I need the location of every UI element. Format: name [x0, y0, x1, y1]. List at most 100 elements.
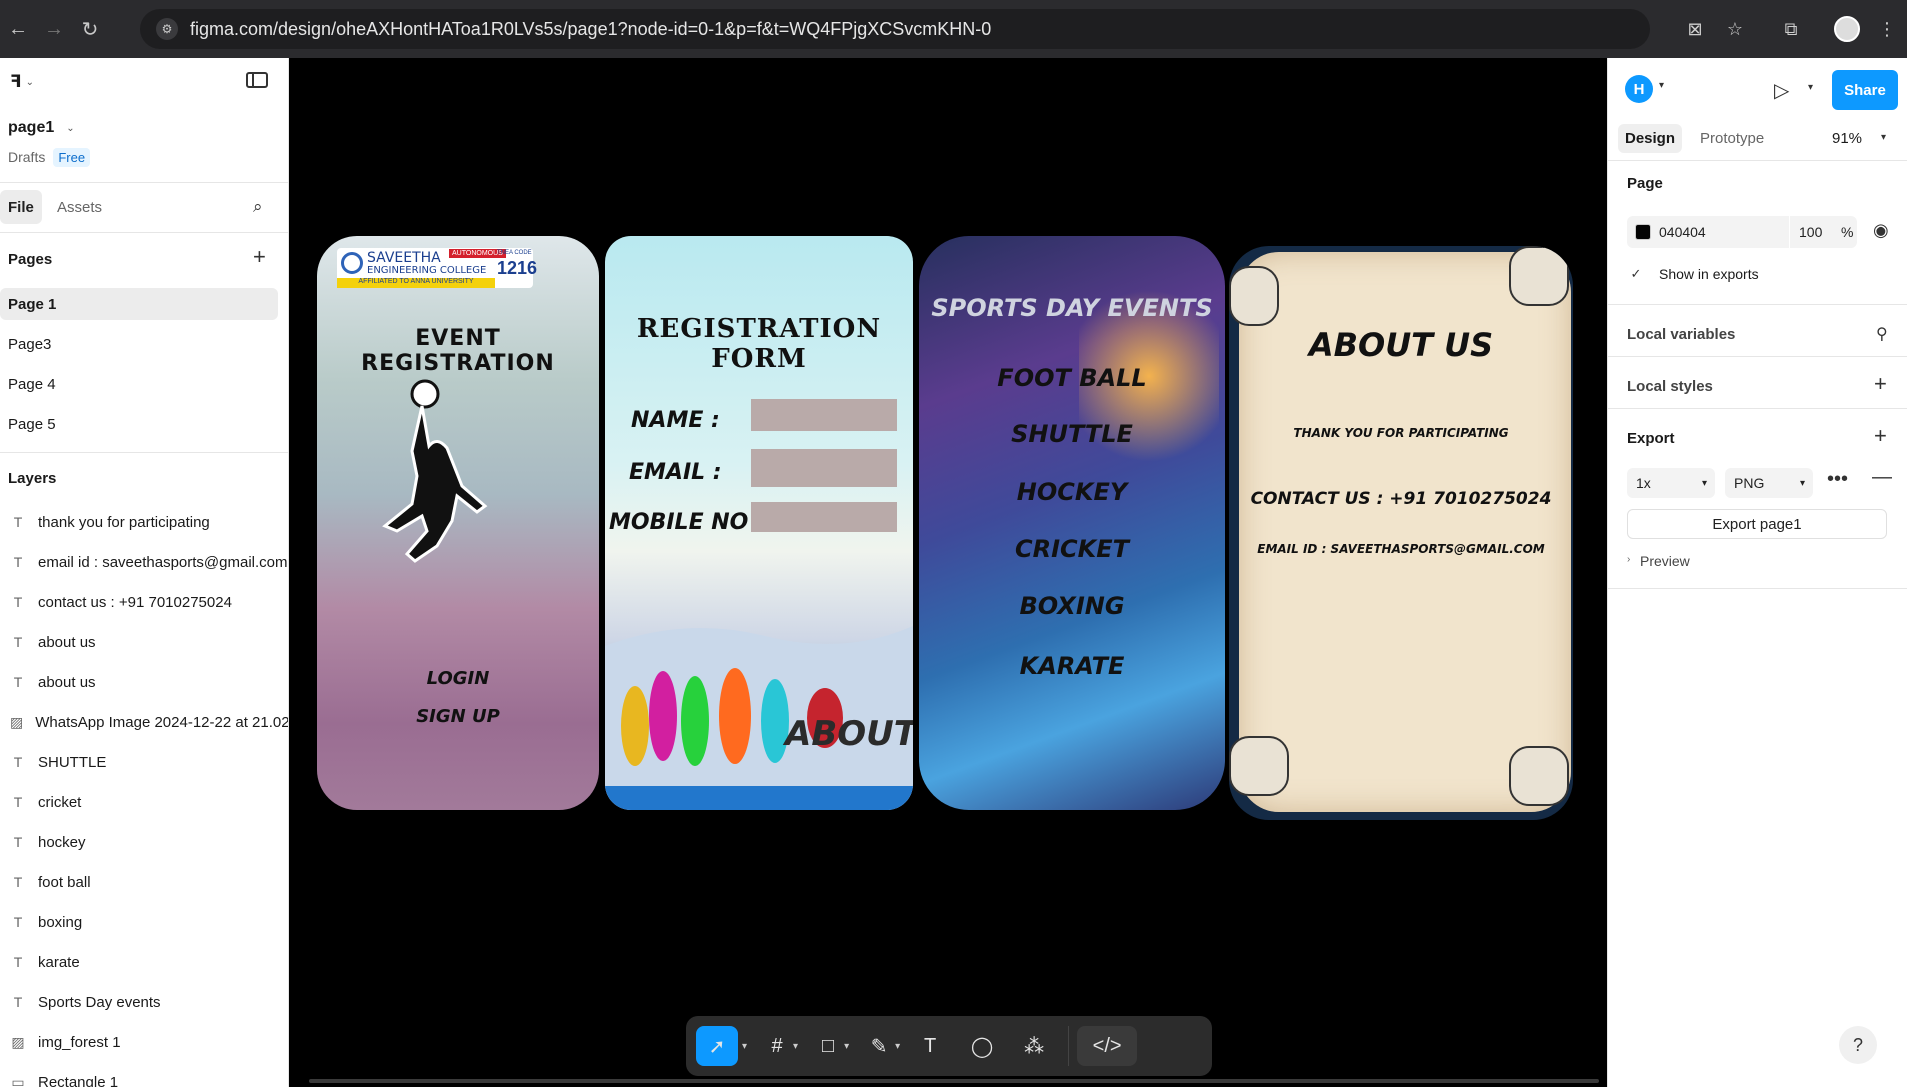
add-style-icon[interactable]: +: [1874, 371, 1887, 397]
page-item-1[interactable]: Page 1: [0, 288, 288, 320]
page-item-3[interactable]: Page3: [0, 328, 288, 360]
zoom-level[interactable]: 91%: [1832, 130, 1862, 147]
chevron-right-icon[interactable]: ›: [1627, 554, 1630, 565]
login-link[interactable]: LOGIN: [317, 668, 599, 689]
layer-item[interactable]: Tthank you for participating: [0, 506, 288, 538]
url-text: figma.com/design/oheAXHontHAToa1R0LVs5s/…: [190, 18, 992, 39]
layer-item[interactable]: ▨ img_forest 1: [0, 1026, 288, 1058]
divider: [0, 182, 288, 183]
runners-illustration: [605, 626, 913, 810]
export-format-select[interactable]: PNG ▾: [1725, 468, 1813, 498]
horizontal-scrollbar[interactable]: [309, 1079, 1599, 1083]
forward-icon[interactable]: →: [36, 11, 72, 47]
layer-item[interactable]: Tcricket: [0, 786, 288, 818]
layer-item[interactable]: Thockey: [0, 826, 288, 858]
tab-file[interactable]: File: [0, 190, 42, 224]
screenshot-blocked-icon[interactable]: ⊠: [1675, 9, 1715, 49]
local-styles[interactable]: Local styles: [1627, 378, 1713, 395]
browser-menu-icon[interactable]: ⋮: [1867, 9, 1907, 49]
chevron-down-icon[interactable]: ▾: [844, 1041, 849, 1052]
preview-toggle[interactable]: Preview: [1640, 553, 1690, 569]
layer-item[interactable]: ▨ WhatsApp Image 2024-12-22 at 21.02: [0, 706, 288, 738]
page-item-5[interactable]: Page 5: [0, 408, 288, 440]
bookmark-star-icon[interactable]: ☆: [1715, 9, 1755, 49]
layer-item[interactable]: Tfoot ball: [0, 866, 288, 898]
share-button[interactable]: Share: [1832, 70, 1898, 110]
comment-tool-icon[interactable]: ◯: [956, 1026, 1008, 1066]
chevron-down-icon[interactable]: ▾: [742, 1041, 747, 1052]
chevron-down-icon: ▾: [1799, 477, 1805, 489]
eye-icon[interactable]: ◉: [1873, 220, 1889, 241]
add-export-icon[interactable]: +: [1874, 423, 1887, 449]
layer-item[interactable]: Tabout us: [0, 666, 288, 698]
figma-logo-icon[interactable]: ꟻ: [10, 72, 22, 92]
dev-mode-icon[interactable]: </>: [1077, 1026, 1138, 1066]
chevron-down-icon[interactable]: ▾: [895, 1041, 900, 1052]
text-tool-icon[interactable]: T: [904, 1026, 956, 1066]
reload-icon[interactable]: ↻: [72, 11, 108, 47]
sidebar-toggle-icon[interactable]: [246, 72, 268, 88]
file-name[interactable]: page1 ⌄: [0, 116, 288, 140]
layer-item[interactable]: Tabout us: [0, 626, 288, 658]
signup-link[interactable]: SIGN UP: [317, 706, 599, 727]
chevron-down-icon[interactable]: ▾: [1659, 80, 1664, 91]
left-sidebar: ꟻ ⌄ page1 ⌄ Drafts Free File Assets ⌕ Pa…: [0, 58, 289, 1087]
frame-sports-events[interactable]: SPORTS DAY EVENTS FOOT BALL SHUTTLE HOCK…: [919, 236, 1225, 810]
search-icon[interactable]: ⌕: [253, 197, 263, 217]
layer-item[interactable]: Temail id : saveethasports@gmail.com: [0, 546, 288, 578]
export-scale-select[interactable]: 1x ▾: [1627, 468, 1715, 498]
chevron-down-icon[interactable]: ▾: [793, 1041, 798, 1052]
layer-item[interactable]: T Sports Day events: [0, 986, 288, 1018]
tab-design[interactable]: Design: [1618, 124, 1683, 153]
name-input[interactable]: [751, 399, 897, 431]
text-layer-icon: T: [13, 554, 23, 570]
page-item-4[interactable]: Page 4: [0, 368, 288, 400]
chevron-down-icon[interactable]: ▾: [1808, 82, 1813, 93]
text-layer-icon: T: [13, 874, 23, 890]
back-icon[interactable]: ←: [0, 11, 36, 47]
address-bar[interactable]: ⚙ figma.com/design/oheAXHontHAToa1R0LVs5…: [140, 9, 1650, 49]
components-tool-icon[interactable]: ⁂: [1008, 1026, 1060, 1066]
plan-badge: Free: [53, 147, 91, 167]
text-layer-icon: T: [13, 754, 23, 770]
layer-item[interactable]: Tkarate: [0, 946, 288, 978]
page-color-field[interactable]: 040404 100 %: [1627, 216, 1857, 248]
show-in-exports-checkbox[interactable]: ✓: [1627, 266, 1645, 284]
screen-capture-icon[interactable]: ⧉: [1771, 9, 1811, 49]
help-button[interactable]: ?: [1839, 1026, 1877, 1064]
chevron-down-icon: ▾: [1701, 477, 1707, 489]
design-canvas[interactable]: SAVEETHA ENGINEERING COLLEGE AUTONOMOUS …: [289, 58, 1607, 1087]
user-avatar[interactable]: H: [1625, 75, 1653, 103]
tab-prototype[interactable]: Prototype: [1700, 130, 1764, 147]
remove-export-icon[interactable]: —: [1872, 466, 1892, 489]
tab-assets[interactable]: Assets: [57, 198, 137, 216]
frame-about-us[interactable]: ABOUT US THANK YOU FOR PARTICIPATING CON…: [1229, 246, 1573, 820]
layer-item[interactable]: T SHUTTLE: [0, 746, 288, 778]
email-input[interactable]: [751, 449, 897, 487]
export-button[interactable]: Export page1: [1627, 509, 1887, 539]
site-info-icon[interactable]: ⚙: [156, 18, 178, 40]
frame-event-registration[interactable]: SAVEETHA ENGINEERING COLLEGE AUTONOMOUS …: [317, 236, 599, 810]
move-tool[interactable]: ➚: [696, 1026, 738, 1066]
local-variables[interactable]: Local variables: [1627, 326, 1735, 343]
chevron-down-icon[interactable]: ▾: [1881, 132, 1886, 143]
layer-item[interactable]: Tboxing: [0, 906, 288, 938]
divider: [1608, 160, 1907, 161]
color-swatch[interactable]: [1635, 224, 1651, 240]
text-layer-icon: T: [13, 954, 23, 970]
frame-registration-form[interactable]: REGISTRATION FORM NAME : EMAIL : MOBILE …: [605, 236, 913, 810]
variables-settings-icon[interactable]: ⚲: [1876, 324, 1888, 344]
hand-illustration: [1229, 736, 1289, 796]
layer-item[interactable]: Tcontact us : +91 7010275024: [0, 586, 288, 618]
text-layer-icon: T: [13, 834, 23, 850]
more-options-icon[interactable]: •••: [1827, 468, 1848, 491]
present-play-icon[interactable]: ▷: [1774, 78, 1789, 103]
text-layer-icon: T: [13, 634, 23, 650]
add-page-icon[interactable]: +: [253, 244, 266, 270]
divider: [0, 232, 288, 233]
profile-avatar[interactable]: [1827, 9, 1867, 49]
layer-item[interactable]: ▭ Rectangle 1: [0, 1066, 288, 1087]
hand-illustration: [1509, 246, 1569, 306]
chevron-down-icon: ⌄: [25, 76, 35, 88]
mobile-input[interactable]: [751, 502, 897, 532]
